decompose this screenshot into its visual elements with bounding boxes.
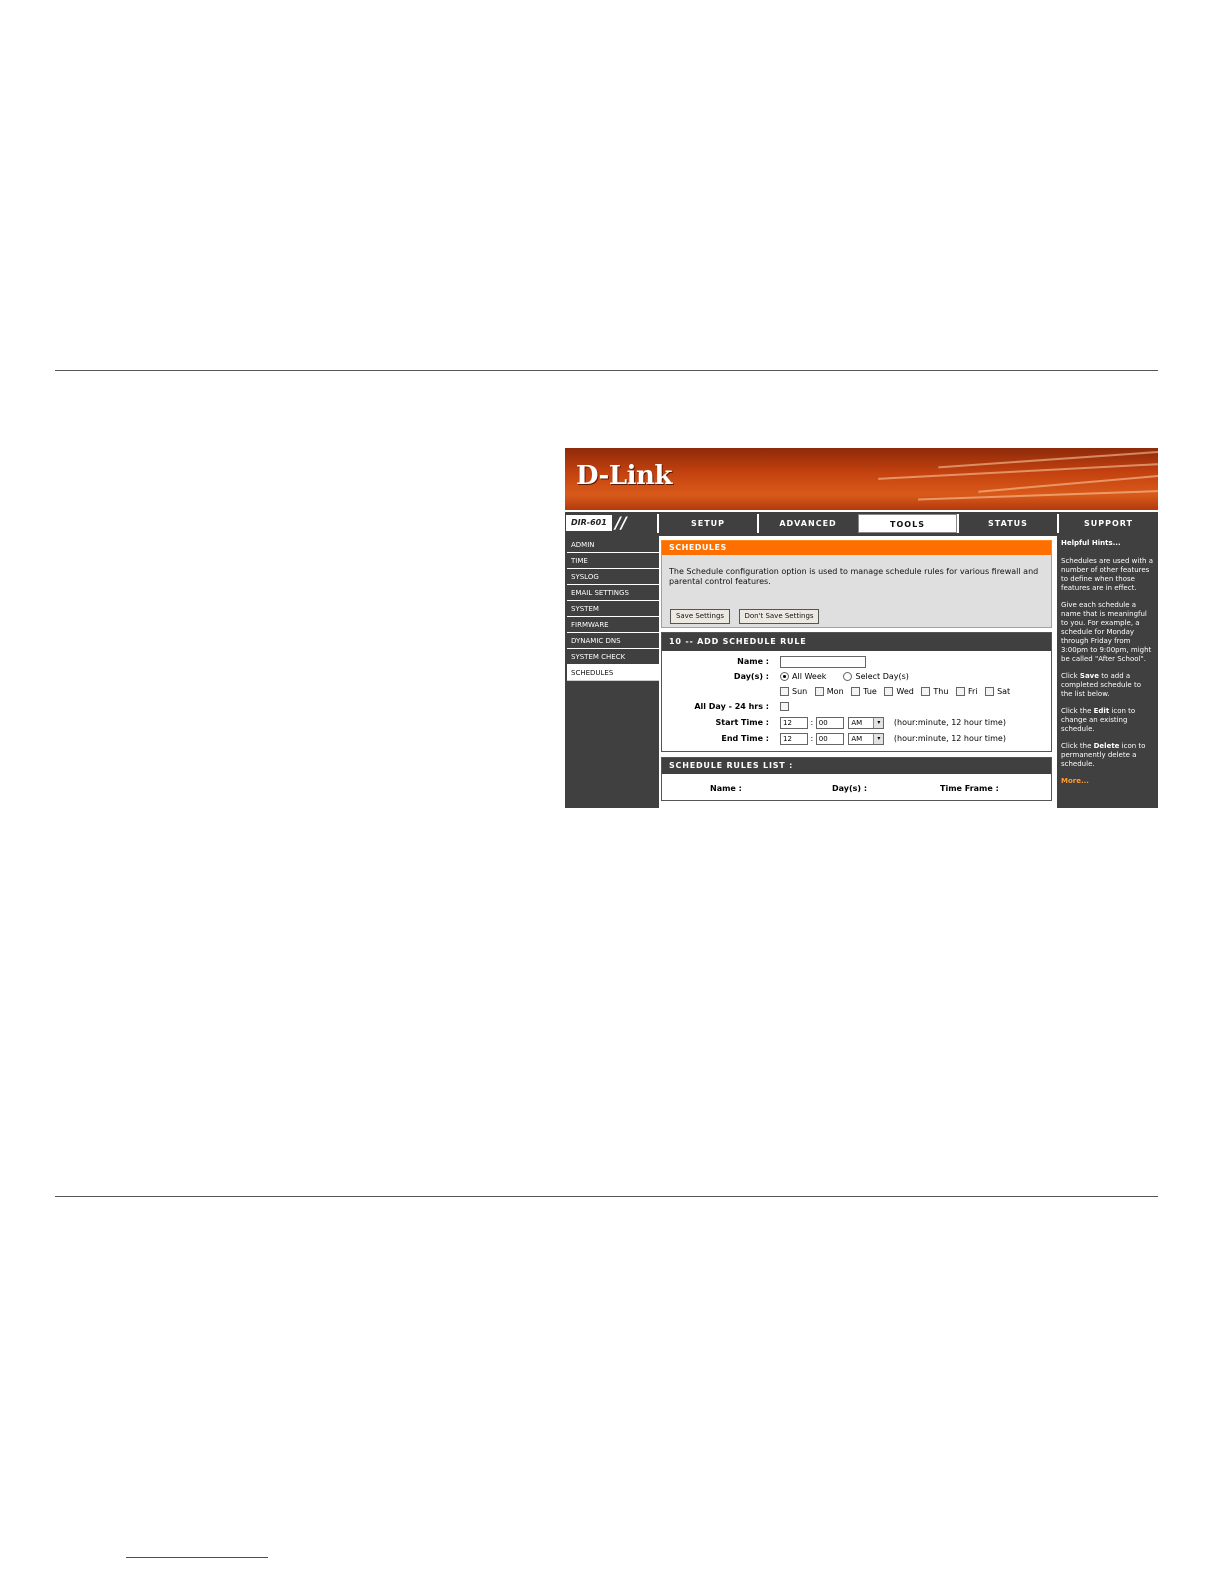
start-hour-input[interactable]: 12 (780, 716, 808, 729)
sidebar-item-admin[interactable]: ADMIN (567, 537, 659, 553)
all-day-row: All Day - 24 hrs : (662, 700, 1051, 714)
col-days-header: Day(s) : (832, 784, 868, 793)
sidebar-item-time[interactable]: TIME (567, 553, 659, 569)
all-week-radio[interactable] (780, 672, 789, 681)
helpful-hints-panel: Helpful Hints... Schedules are used with… (1057, 536, 1158, 808)
days-row: Day(s) : All Week Select Day(s) (662, 670, 1051, 684)
all-week-label: All Week (792, 672, 827, 681)
all-day-checkbox[interactable] (780, 702, 789, 711)
tab-status[interactable]: STATUS (957, 514, 1057, 533)
all-day-label: All Day - 24 hrs : (694, 702, 769, 711)
mon-label: Mon (826, 687, 844, 696)
schedules-title: SCHEDULES (662, 541, 1051, 555)
more-link[interactable]: More... (1061, 777, 1154, 786)
sat-label: Sat (997, 687, 1011, 696)
name-row: Name : (662, 655, 1051, 669)
tab-advanced[interactable]: ADVANCED (757, 514, 857, 533)
tab-setup[interactable]: SETUP (657, 514, 757, 533)
slashes-decoration: // (615, 513, 627, 532)
chevron-down-icon: ▾ (873, 717, 884, 728)
sun-checkbox[interactable] (780, 687, 789, 696)
dont-save-settings-button[interactable]: Don't Save Settings (739, 609, 819, 624)
hint-paragraph-4: Click the Edit icon to change an existin… (1061, 707, 1136, 733)
end-time-separator: : (810, 734, 814, 743)
thu-label: Thu (933, 687, 949, 696)
col-timeframe-header: Time Frame : (940, 784, 999, 793)
add-schedule-rule-section: 10 -- ADD SCHEDULE RULE Name : Day(s) : … (661, 632, 1052, 752)
sun-label: Sun (792, 687, 808, 696)
start-minute-input[interactable]: 00 (815, 716, 844, 729)
start-time-hint: (hour:minute, 12 hour time) (893, 718, 1006, 727)
schedule-rules-list-section: SCHEDULE RULES LIST : Name : Day(s) : Ti… (661, 757, 1052, 801)
tab-support[interactable]: SUPPORT (1057, 514, 1158, 533)
end-minute-input[interactable]: 00 (815, 732, 844, 745)
mon-checkbox[interactable] (814, 687, 824, 696)
select-days-label: Select Day(s) (855, 672, 909, 681)
sidebar-item-dynamic-dns[interactable]: DYNAMIC DNS (567, 633, 659, 649)
hint-paragraph-3: Click Save to add a completed schedule t… (1061, 672, 1141, 698)
dlink-logo: D-Link (576, 461, 672, 491)
end-hour-input[interactable]: 12 (780, 732, 808, 745)
name-input[interactable] (780, 655, 866, 668)
sidebar-item-email-settings[interactable]: EMAIL SETTINGS (567, 585, 659, 601)
fri-checkbox[interactable] (955, 687, 965, 696)
days-label: Day(s) : (733, 672, 769, 681)
wed-checkbox[interactable] (884, 687, 894, 696)
col-name-header: Name : (710, 784, 742, 793)
schedules-section: SCHEDULES The Schedule configuration opt… (661, 540, 1052, 628)
end-time-row: End Time : 12 : 00 AM ▾ (hour:minute, 12 … (662, 732, 1051, 746)
top-rule (55, 370, 1158, 371)
hint-paragraph-2: Give each schedule a name that is meanin… (1061, 601, 1152, 663)
thu-checkbox[interactable] (921, 687, 931, 696)
sidebar-item-firmware[interactable]: FIRMWARE (567, 617, 659, 633)
model-label: DIR-601 (566, 515, 612, 531)
start-time-label: Start Time : (715, 718, 769, 727)
day-checkboxes-row: Sun Mon Tue Wed Thu Fri Sat (662, 685, 1051, 699)
main-content: SCHEDULES The Schedule configuration opt… (661, 536, 1055, 808)
select-days-radio[interactable] (843, 672, 853, 681)
start-ampm-select[interactable]: AM ▾ (848, 716, 885, 729)
end-ampm-value: AM (851, 734, 863, 743)
chevron-down-icon: ▾ (873, 733, 884, 744)
hint-paragraph-1: Schedules are used with a number of othe… (1061, 557, 1154, 592)
tue-label: Tue (863, 687, 877, 696)
bottom-rule (55, 1196, 1158, 1197)
save-settings-button[interactable]: Save Settings (670, 609, 730, 624)
top-nav: DIR-601 // SETUP ADVANCED TOOLS STATUS S… (565, 510, 1158, 536)
sidebar-item-system-check[interactable]: SYSTEM CHECK (567, 649, 659, 665)
end-time-hint: (hour:minute, 12 hour time) (893, 734, 1006, 743)
start-time-separator: : (810, 718, 814, 727)
end-ampm-select[interactable]: AM ▾ (848, 732, 885, 745)
rules-list-title: SCHEDULE RULES LIST : (662, 758, 1051, 774)
schedules-description: The Schedule configuration option is use… (669, 567, 1039, 586)
sidebar-item-system[interactable]: SYSTEM (567, 601, 659, 617)
sidebar-item-schedules[interactable]: SCHEDULES (567, 665, 659, 681)
sat-checkbox[interactable] (985, 687, 995, 696)
fri-label: Fri (967, 687, 978, 696)
left-menu: ADMIN TIME SYSLOG EMAIL SETTINGS SYSTEM … (565, 536, 659, 808)
tue-checkbox[interactable] (851, 687, 861, 696)
end-time-label: End Time : (721, 734, 769, 743)
name-label: Name : (737, 657, 769, 666)
footer-link-underline[interactable] (126, 1557, 268, 1558)
wed-label: Wed (896, 687, 914, 696)
sidebar-item-syslog[interactable]: SYSLOG (567, 569, 659, 585)
tab-tools[interactable]: TOOLS (858, 514, 957, 533)
dlink-banner: D-Link (565, 448, 1158, 510)
hints-title: Helpful Hints... (1061, 539, 1121, 547)
start-ampm-value: AM (851, 718, 863, 727)
start-time-row: Start Time : 12 : 00 AM ▾ (hour:minute, 1… (662, 716, 1051, 730)
add-rule-title: 10 -- ADD SCHEDULE RULE (662, 633, 1051, 651)
hint-paragraph-5: Click the Delete icon to permanently del… (1061, 742, 1146, 768)
router-admin-screenshot: D-Link DIR-601 // SETUP ADVANCED TOOLS S… (565, 448, 1158, 808)
